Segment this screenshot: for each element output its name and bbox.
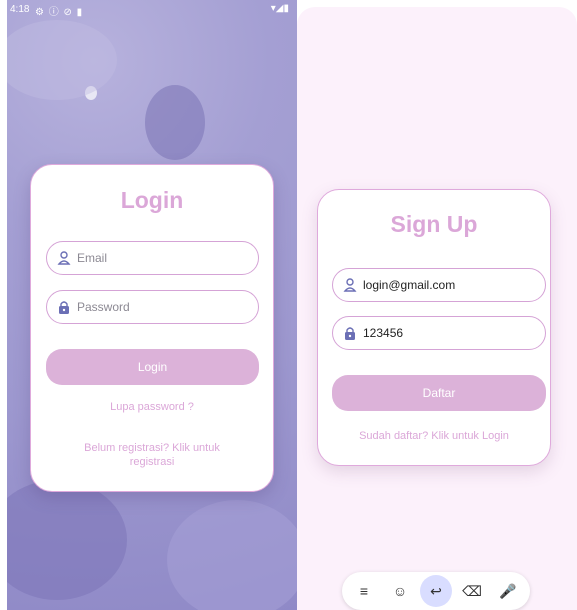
backspace-icon[interactable]: ⌫ [456,575,488,607]
email-value: login@gmail.com [363,278,456,292]
login-card: Login Email Password Login Lupa password… [30,164,274,492]
forgot-password-link[interactable]: Lupa password ? [31,401,273,413]
status-time: 4:18 [10,4,30,15]
signup-title: Sign Up [390,211,478,237]
status-bar: 4:18 ⚙ ⓘ ⊘ ▮ ▾◢▮ [7,0,297,20]
login-title: Login [120,187,184,213]
password-placeholder: Password [77,300,130,314]
enter-icon[interactable]: ↩ [420,575,452,607]
user-icon [57,251,71,265]
user-icon [343,278,357,292]
signup-screen: Sign Up login@gmail.com 123456 Daftar Su… [297,7,577,610]
lock-icon [59,301,69,314]
login-screen: 4:18 ⚙ ⓘ ⊘ ▮ ▾◢▮ Login Email Password Lo… [7,0,297,610]
keyboard-toolbar: ≡ ☺ ↩ ⌫ 🎤 [342,572,530,610]
signal-battery-icon: ▾◢▮ [270,3,289,14]
lock-icon [345,327,355,340]
login-button[interactable]: Login [46,349,259,385]
mic-icon[interactable]: 🎤 [492,575,524,607]
password-field[interactable]: 123456 [332,316,546,350]
status-icons: ⚙ ⓘ ⊘ ▮ [35,7,84,18]
email-field[interactable]: Email [46,241,259,275]
email-placeholder: Email [77,251,108,265]
daftar-button[interactable]: Daftar [332,375,546,411]
menu-icon[interactable]: ≡ [348,575,380,607]
email-field[interactable]: login@gmail.com [332,268,546,302]
password-field[interactable]: Password [46,290,259,324]
emoji-icon[interactable]: ☺ [384,575,416,607]
login-link[interactable]: Sudah daftar? Klik untuk Login [318,430,550,442]
register-link[interactable]: Belum registrasi? Klik untuk registrasi [66,441,238,469]
password-value: 123456 [363,326,404,340]
signup-card: Sign Up login@gmail.com 123456 Daftar Su… [317,189,551,466]
